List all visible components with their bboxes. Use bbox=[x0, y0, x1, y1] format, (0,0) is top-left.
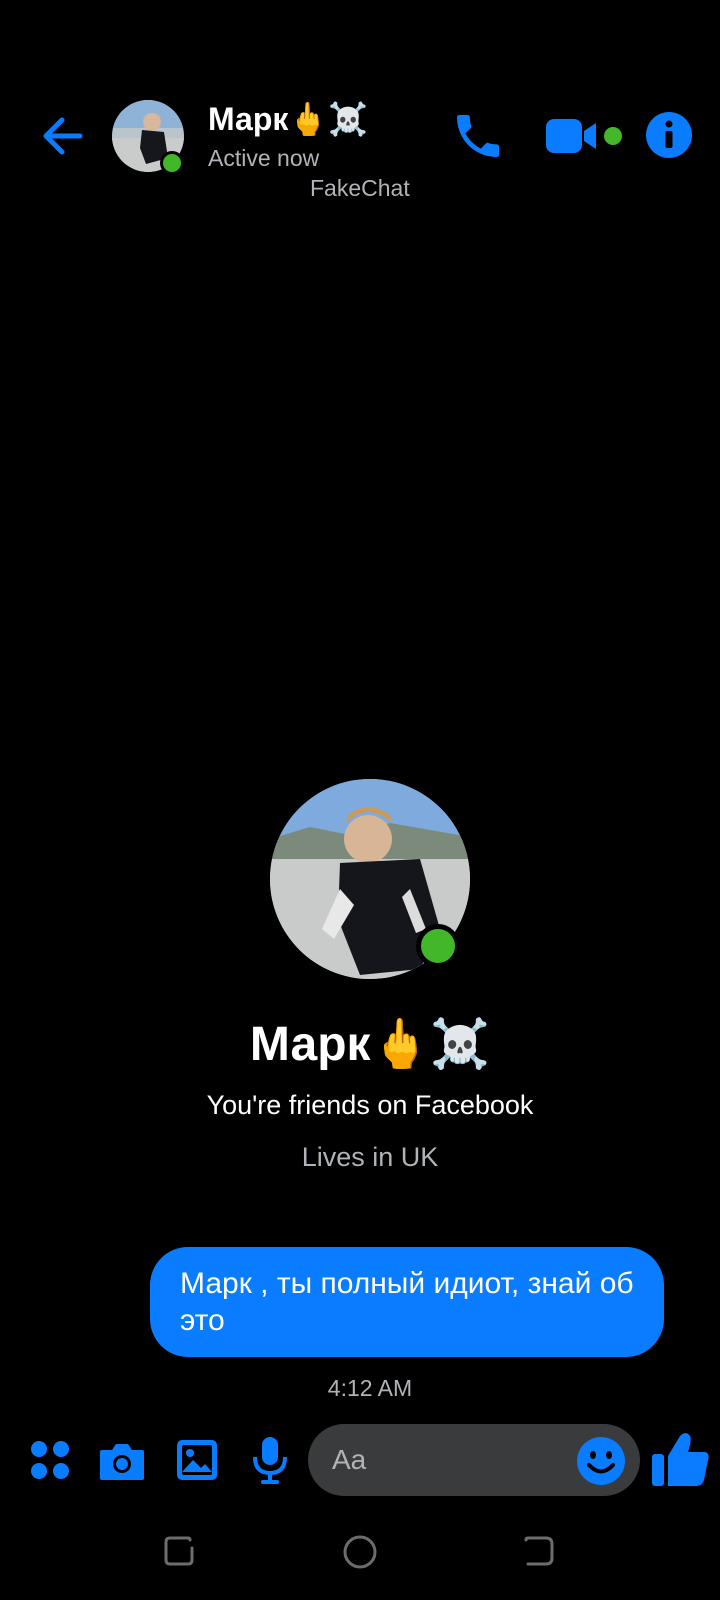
message-timestamp: 4:12 AM bbox=[327, 1375, 413, 1401]
gallery-button[interactable] bbox=[175, 1438, 219, 1482]
message-input-placeholder: Aa bbox=[332, 1444, 367, 1475]
video-call-button[interactable] bbox=[544, 115, 606, 157]
video-camera-icon bbox=[546, 119, 596, 153]
microphone-icon bbox=[253, 1437, 287, 1484]
message-bubble-sent[interactable]: Марк , ты полный идиот, знай об это bbox=[150, 1247, 664, 1357]
profile-location: Lives in UK bbox=[301, 1142, 439, 1172]
camera-button[interactable] bbox=[98, 1440, 146, 1482]
friends-status: You're friends on Facebook bbox=[206, 1090, 534, 1120]
recent-apps-icon bbox=[164, 1536, 194, 1566]
nav-recent-apps-button[interactable] bbox=[162, 1534, 196, 1568]
online-indicator bbox=[160, 151, 184, 175]
profile-name: Марк🖕☠️ bbox=[249, 1018, 491, 1071]
image-icon bbox=[177, 1440, 217, 1480]
nav-back-button[interactable] bbox=[522, 1534, 556, 1568]
back-arrow-icon bbox=[43, 117, 83, 155]
video-online-dot bbox=[604, 127, 622, 145]
like-button[interactable] bbox=[650, 1428, 712, 1490]
apps-button[interactable] bbox=[30, 1440, 70, 1480]
emoji-icon bbox=[577, 1437, 625, 1485]
camera-icon bbox=[100, 1444, 144, 1480]
phone-icon bbox=[457, 115, 499, 157]
info-button[interactable] bbox=[644, 110, 694, 160]
contact-name[interactable]: Марк🖕☠️ bbox=[208, 100, 368, 138]
apps-grid-icon bbox=[31, 1441, 69, 1479]
audio-call-button[interactable] bbox=[450, 108, 506, 164]
watermark-text: FakeChat bbox=[310, 175, 410, 201]
emoji-button[interactable] bbox=[576, 1436, 626, 1486]
nav-back-icon bbox=[524, 1536, 554, 1566]
active-status: Active now bbox=[208, 145, 320, 171]
home-icon bbox=[343, 1535, 377, 1569]
thumbs-up-icon bbox=[652, 1433, 709, 1486]
voice-message-button[interactable] bbox=[250, 1435, 290, 1485]
nav-home-button[interactable] bbox=[342, 1534, 378, 1570]
info-icon bbox=[646, 112, 692, 158]
online-indicator-large bbox=[416, 924, 460, 968]
back-button[interactable] bbox=[36, 110, 88, 162]
